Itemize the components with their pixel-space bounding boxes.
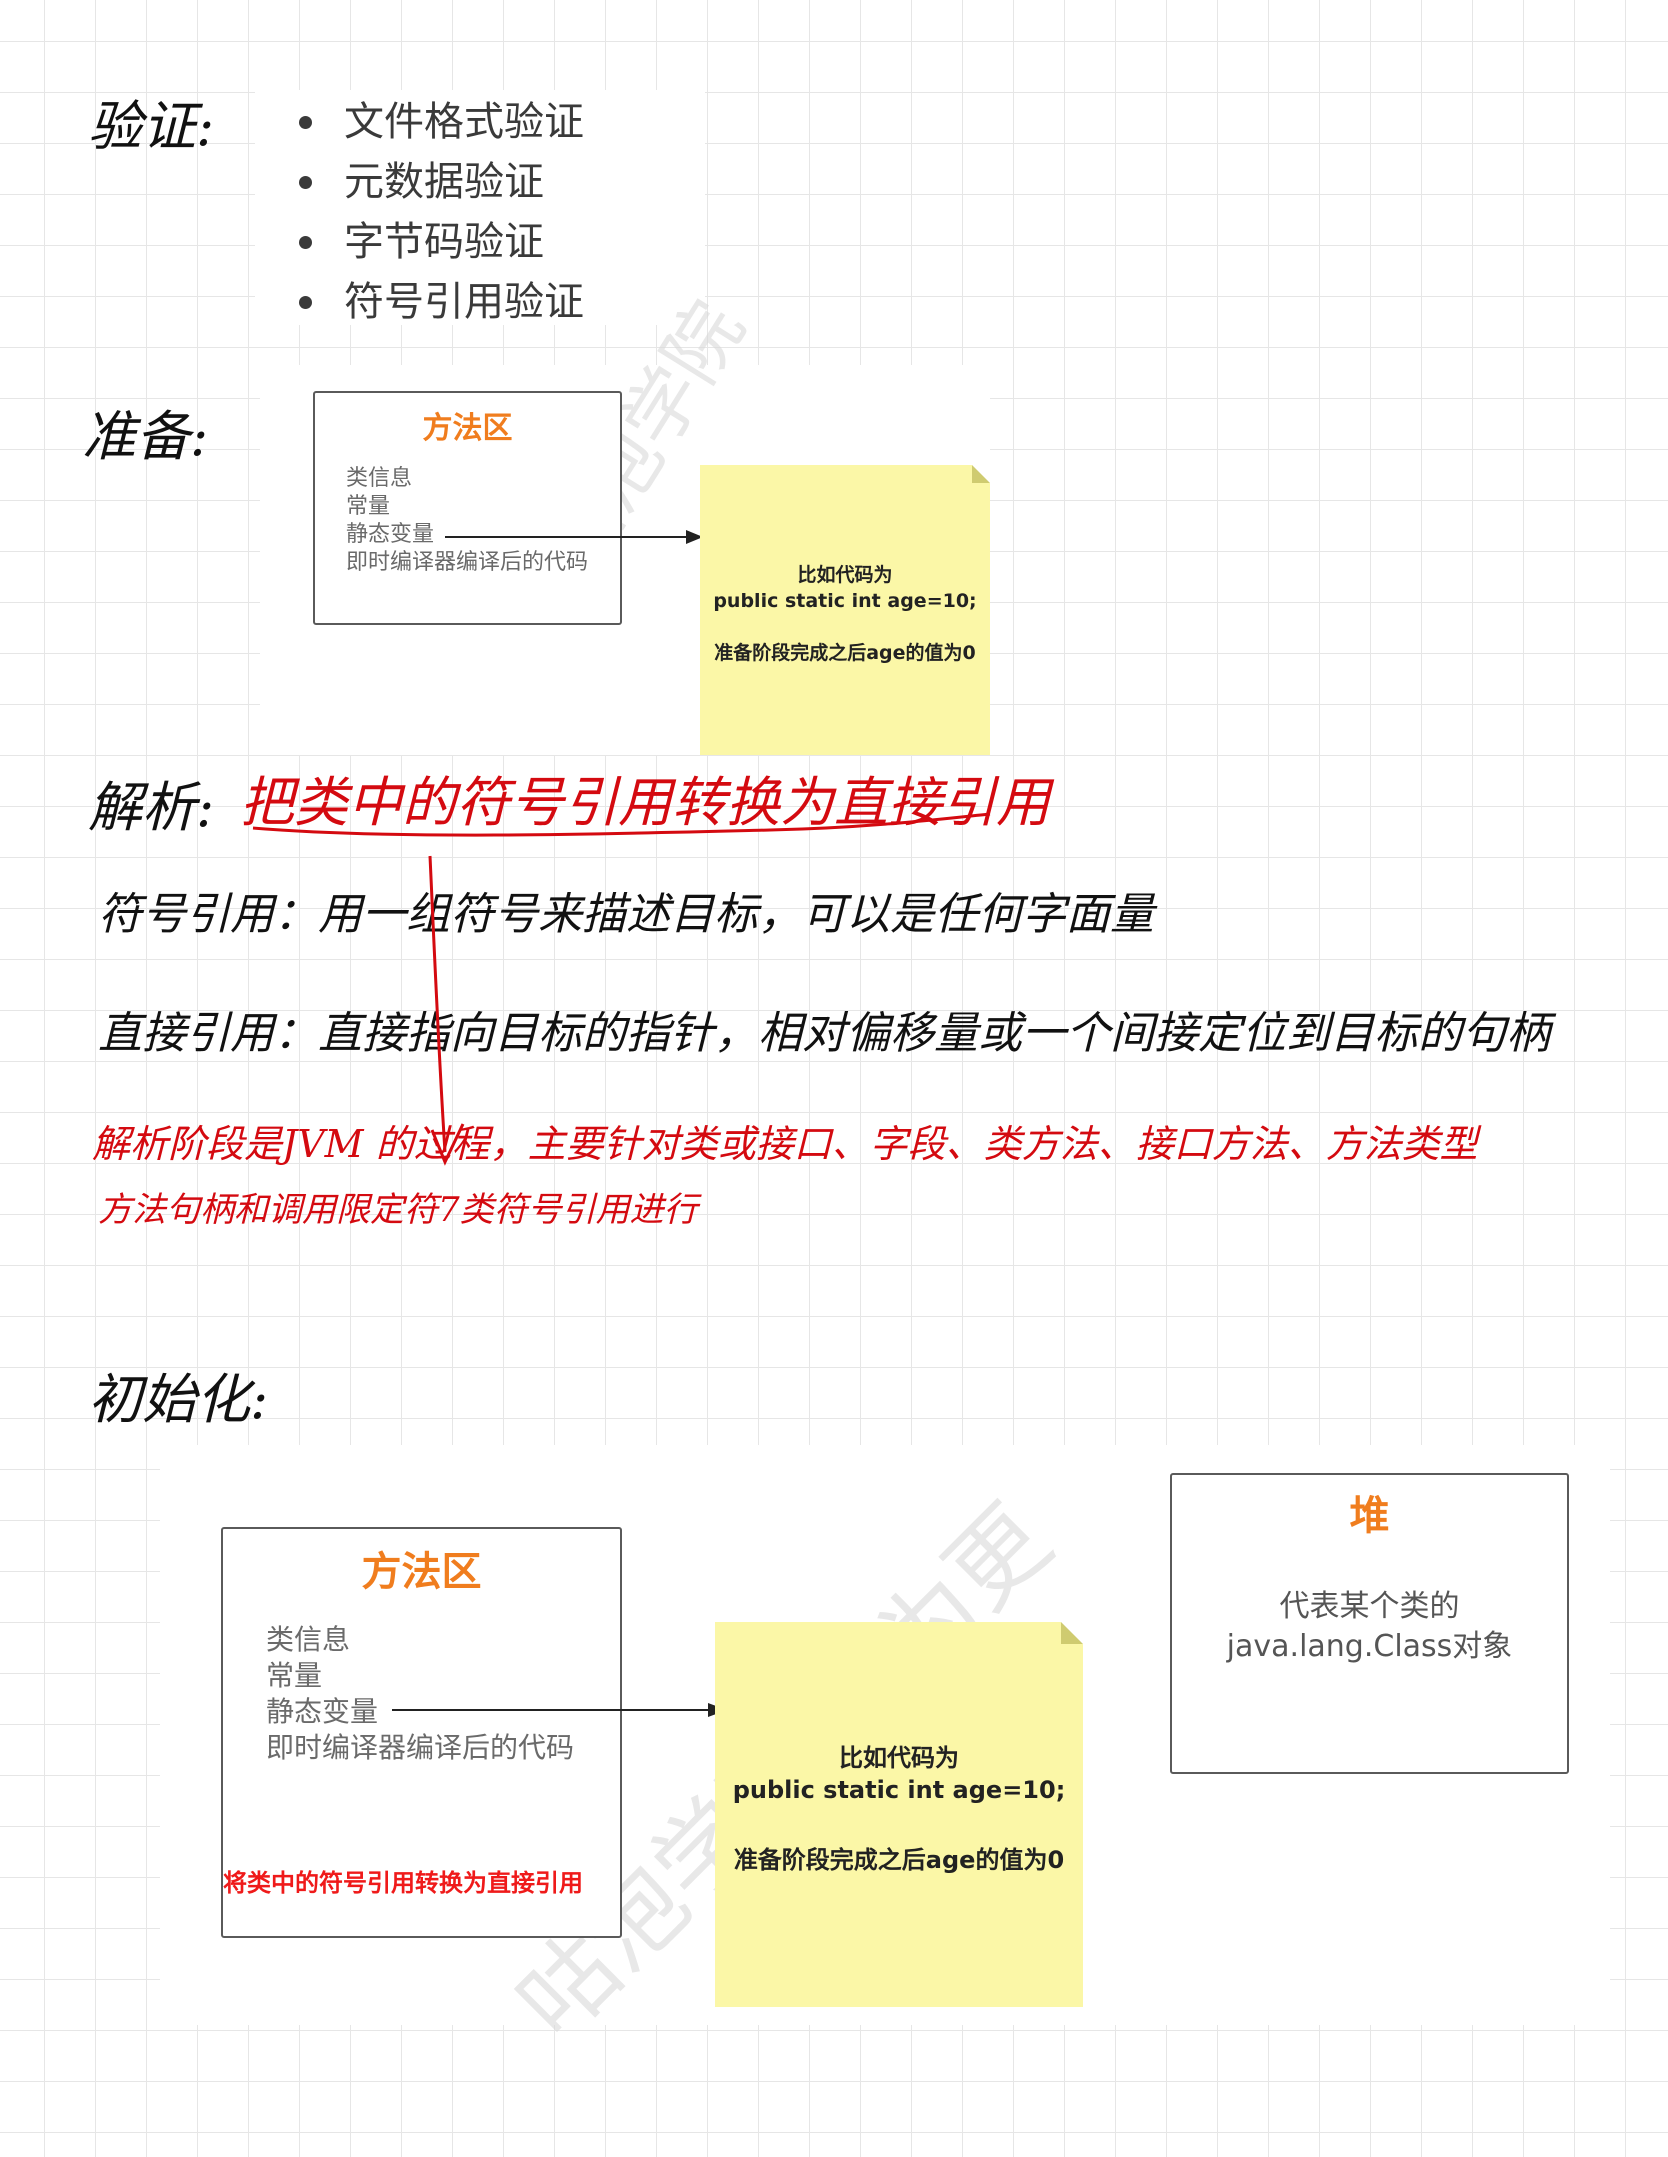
- sticky-note: 比如代码为 public static int age=10; 准备阶段完成之后…: [700, 465, 990, 755]
- red-underline: [252, 812, 991, 837]
- method-area-box: 方法区 类信息 常量 静态变量 即时编译器编译后的代码: [313, 391, 622, 625]
- verify-list: 文件格式验证 元数据验证 字节码验证 符号引用验证: [288, 92, 584, 332]
- list-item: 字节码验证: [288, 212, 584, 272]
- bullet-icon: [299, 116, 312, 129]
- method-area-title: 方法区: [361, 1549, 482, 1595]
- resolve-red-note-line2: 方法句柄和调用限定符7类符号引用进行: [98, 1190, 698, 1230]
- arrow-icon: [392, 1703, 727, 1717]
- prepare-diagram: 咕泡学院 方法区 类信息 常量 静态变量 即时编译器编译后的代码 比如代码为 p…: [260, 286, 990, 755]
- method-area-box: 方法区 类信息 常量 静态变量 即时编译器编译后的代码 将类中的符号引用转换为直…: [221, 1527, 622, 1938]
- list-item: 文件格式验证: [288, 92, 584, 152]
- init-diagram: 咕泡学院 只为更 方法区 类信息 常量 静态变量 即时编译器编译后的代码 将类中…: [160, 1445, 1610, 2060]
- bullet-icon: [299, 236, 312, 249]
- list-item: 元数据验证: [288, 152, 584, 212]
- sticky-note: 比如代码为 public static int age=10; 准备阶段完成之后…: [715, 1622, 1083, 2007]
- section-label-verify: 验证:: [88, 95, 215, 158]
- verify-screenshot: 文件格式验证 元数据验证 字节码验证 符号引用验证: [255, 90, 705, 325]
- heap-title: 堆: [1349, 1493, 1390, 1539]
- section-label-prepare: 准备:: [82, 405, 209, 468]
- method-area-red-text: 将类中的符号引用转换为直接引用: [223, 1869, 583, 1897]
- heap-box: 堆 代表某个类的 java.lang.Class对象: [1170, 1473, 1569, 1774]
- direct-reference-text: 直接引用：直接指向目标的指针，相对偏移量或一个间接定位到目标的句柄: [98, 1008, 1550, 1059]
- symbolic-reference-text: 符号引用：用一组符号来描述目标，可以是任何字面量: [98, 889, 1154, 940]
- arrow-icon: [445, 530, 703, 544]
- heap-text: 代表某个类的 java.lang.Class对象: [1226, 1589, 1513, 1664]
- method-area-lines: 类信息 常量 静态变量 即时编译器编译后的代码: [266, 1623, 575, 1764]
- resolve-red-note-line1: 解析阶段是JVM 的过程，主要针对类或接口、字段、类方法、接口方法、方法类型: [92, 1122, 1478, 1166]
- method-area-title: 方法区: [422, 411, 513, 446]
- bullet-icon: [299, 176, 312, 189]
- list-item: 符号引用验证: [288, 272, 584, 332]
- method-area-lines: 类信息 常量 静态变量 即时编译器编译后的代码: [346, 466, 589, 575]
- bullet-icon: [299, 296, 312, 309]
- section-label-resolve: 解析:: [88, 776, 215, 839]
- section-label-init: 初始化:: [88, 1368, 269, 1431]
